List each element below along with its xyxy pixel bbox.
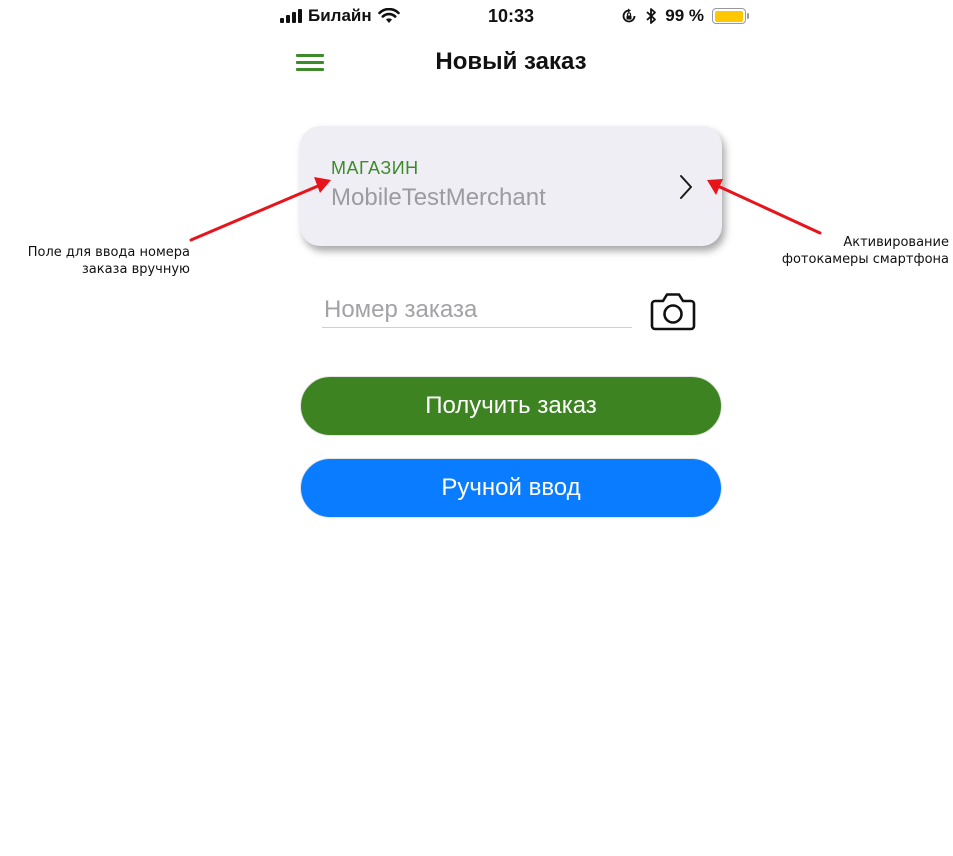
store-value: MobileTestMerchant: [331, 184, 546, 211]
battery-fill: [714, 10, 744, 22]
annotation-manual-input-line2: заказа вручную: [81, 262, 190, 277]
manual-entry-button[interactable]: Ручной ввод: [300, 458, 722, 518]
status-bar: Билайн 10:33 99 %: [280, 4, 749, 28]
app-screen: Билайн 10:33 99 % Новый заказ МАГАЗИН Mo…: [0, 0, 953, 856]
store-label: МАГАЗИН: [331, 158, 419, 178]
annotation-camera-line2: фотокамеры смартфона: [781, 252, 949, 267]
status-right: 99 %: [621, 4, 749, 28]
carrier-name: Билайн: [308, 6, 372, 25]
page-title: Новый заказ: [435, 48, 587, 75]
order-number-input[interactable]: [322, 292, 632, 328]
store-selector-card[interactable]: МАГАЗИН MobileTestMerchant: [300, 126, 722, 246]
wifi-icon: [377, 8, 400, 23]
get-order-button[interactable]: Получить заказ: [300, 376, 722, 436]
annotation-manual-input: Поле для ввода номера заказа вручную: [0, 244, 190, 278]
orientation-lock-icon: [622, 8, 636, 23]
annotation-camera-line1: Активирование: [843, 235, 949, 250]
camera-icon[interactable]: [650, 291, 696, 331]
hamburger-menu-icon[interactable]: [296, 54, 324, 72]
status-time: 10:33: [488, 6, 535, 26]
chevron-right-icon: [680, 175, 692, 199]
annotation-camera: Активирование фотокамеры смартфона: [740, 234, 949, 268]
status-left: Билайн: [280, 4, 400, 28]
annotation-arrow-right: [707, 179, 822, 235]
battery-icon: [712, 8, 749, 24]
bluetooth-icon: [646, 8, 657, 24]
annotation-manual-input-line1: Поле для ввода номера: [27, 245, 190, 260]
battery-percent: 99 %: [665, 6, 704, 25]
signal-icon: [280, 9, 302, 23]
